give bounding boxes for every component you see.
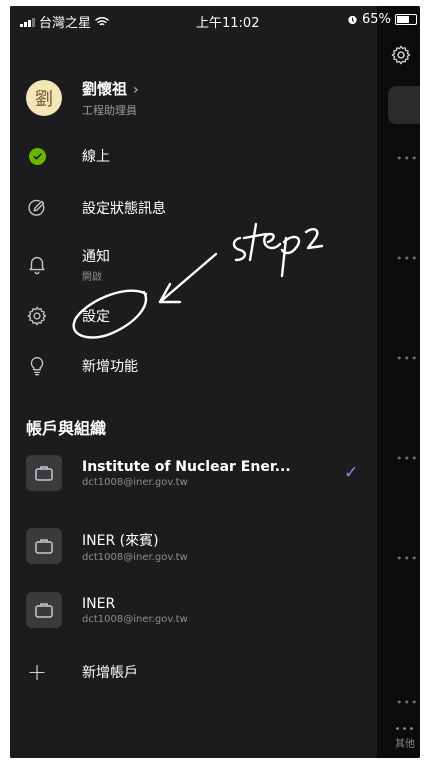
account-name: INER (來賓) [82,532,159,549]
chevron-right-icon: › [133,82,139,98]
briefcase-icon [26,528,62,564]
account-name: Institute of Nuclear Ener... [82,458,291,475]
more-dots-icon[interactable]: ••• [396,552,418,565]
more-dots-icon[interactable]: ••• [396,252,418,265]
account-item[interactable]: Institute of Nuclear Ener... dct1008@ine… [26,453,371,493]
briefcase-icon [26,592,62,628]
checkmark-icon: ✓ [344,463,359,483]
menu-item-settings[interactable]: 設定 [26,296,366,336]
account-drawer: 劉 劉懷祖 › 工程助理員 線上 設定狀態訊息 通知 開啟 設定 新增功能 帳戶… [10,6,377,758]
briefcase-icon [26,455,62,491]
accounts-section-title: 帳戶與組織 [26,419,107,438]
phone-screen: ••• ••• ••• ••• ••• ••• ••• 其他 劉 劉懷祖 › 工程… [10,6,420,758]
more-dots-icon: ••• [394,724,416,735]
account-email: dct1008@iner.gov.tw [82,476,188,488]
profile-role: 工程助理員 [82,104,137,117]
menu-item-label: 線上 [82,149,110,165]
battery-percent: 65% [362,12,391,27]
menu-item-notifications[interactable]: 通知 開啟 [26,244,366,284]
more-dots-icon[interactable]: ••• [396,452,418,465]
gear-icon[interactable] [390,44,412,66]
menu-item-presence[interactable]: 線上 [26,136,366,176]
account-email: dct1008@iner.gov.tw [82,613,188,625]
add-account-label: 新增帳戶 [82,665,138,681]
battery-icon [394,14,417,25]
menu-item-sublabel: 開啟 [82,271,102,283]
tab-other[interactable]: ••• 其他 [390,724,420,750]
check-circle-icon [28,147,46,165]
more-dots-icon[interactable]: ••• [396,696,418,709]
lightbulb-icon [26,355,48,377]
menu-item-label: 通知 [82,248,110,265]
signal-icon [20,17,35,27]
background-search-field[interactable] [388,86,420,124]
status-bar: 台灣之星 上午11:02 65% [10,6,420,34]
carrier-name: 台灣之星 [39,16,92,31]
profile-name: 劉懷祖 [82,80,128,98]
account-name: INER [82,595,116,612]
menu-item-label: 設定狀態訊息 [82,201,166,217]
menu-item-label: 設定 [82,309,110,325]
account-item[interactable]: INER dct1008@iner.gov.tw [26,590,371,630]
account-email: dct1008@iner.gov.tw [82,551,188,563]
menu-item-status-message[interactable]: 設定狀態訊息 [26,188,366,228]
gear-icon [26,305,48,327]
wifi-icon [95,16,109,26]
menu-item-whats-new[interactable]: 新增功能 [26,346,366,386]
menu-item-label: 新增功能 [82,359,138,375]
alarm-icon [348,15,357,25]
pencil-circle-icon [26,197,48,219]
add-account-button[interactable]: + 新增帳戶 [26,658,138,686]
status-time: 上午11:02 [196,16,260,31]
avatar[interactable]: 劉 [26,80,62,116]
account-item[interactable]: INER (來賓) dct1008@iner.gov.tw [26,526,371,566]
tab-other-label: 其他 [395,739,415,750]
bell-icon [26,253,48,275]
profile-header[interactable]: 劉 劉懷祖 › 工程助理員 [26,76,366,120]
more-dots-icon[interactable]: ••• [396,352,418,365]
more-dots-icon[interactable]: ••• [396,152,418,165]
plus-icon: + [26,658,48,686]
